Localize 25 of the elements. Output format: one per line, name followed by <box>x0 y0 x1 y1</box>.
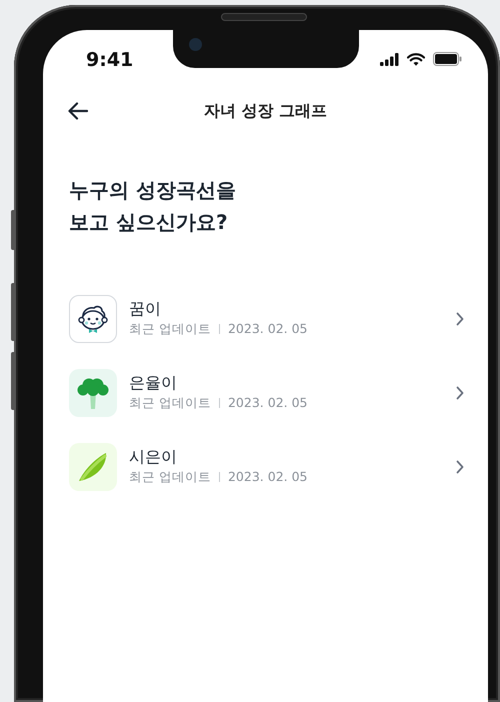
update-date: 2023. 02. 05 <box>228 394 308 412</box>
heading-line: 보고 싶으신가요? <box>69 209 228 236</box>
chevron-right-icon <box>456 460 464 474</box>
update-date: 2023. 02. 05 <box>228 320 308 338</box>
heading-line: 누구의 성장곡선을 <box>69 177 236 204</box>
update-label: 최근 업데이트 <box>129 320 211 338</box>
status-time: 9:41 <box>86 48 134 73</box>
back-arrow-icon[interactable] <box>68 102 88 120</box>
chevron-right-icon <box>456 386 464 400</box>
update-label: 최근 업데이트 <box>129 394 211 412</box>
signal-icon <box>380 52 399 66</box>
chevron-right-icon <box>456 312 464 326</box>
child-list-item[interactable]: 꿈이 최근 업데이트 2023. 02. 05 <box>69 282 464 356</box>
boy-face-icon <box>76 304 110 334</box>
child-list-item[interactable]: 시은이 최근 업데이트 2023. 02. 05 <box>69 430 464 504</box>
child-name: 시은이 <box>129 447 177 468</box>
page-title: 자녀 성장 그래프 <box>204 100 328 122</box>
child-name: 꿈이 <box>129 299 161 320</box>
battery-icon <box>433 52 462 66</box>
update-date: 2023. 02. 05 <box>228 468 308 486</box>
update-label: 최근 업데이트 <box>129 468 211 486</box>
wifi-icon <box>407 52 425 66</box>
child-name: 은율이 <box>129 373 177 394</box>
broccoli-icon <box>75 376 111 410</box>
child-list-item[interactable]: 은율이 최근 업데이트 2023. 02. 05 <box>69 356 464 430</box>
